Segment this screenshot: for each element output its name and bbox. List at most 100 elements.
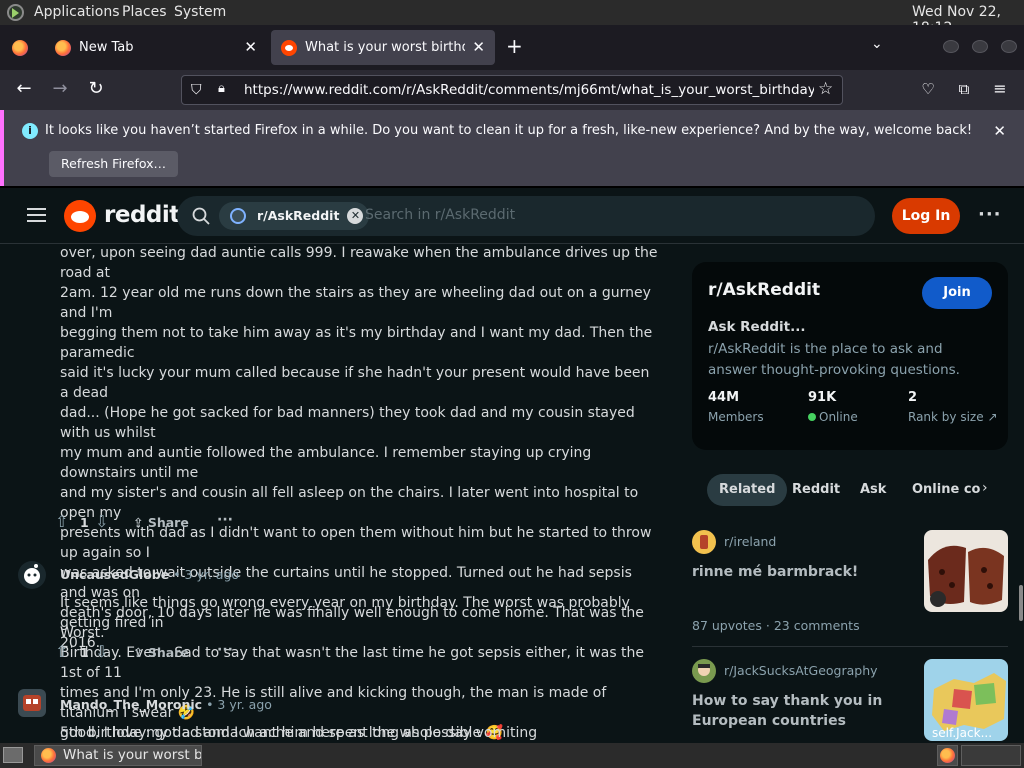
- comment-age[interactable]: • 3 yr. ago: [173, 567, 239, 582]
- post-title[interactable]: rinne mé barmbrack!: [692, 562, 912, 582]
- more-options-icon[interactable]: ···: [217, 512, 233, 528]
- avatar[interactable]: [18, 689, 46, 717]
- chevron-right-icon[interactable]: ›: [982, 480, 988, 496]
- bookmark-star-icon[interactable]: ☆: [818, 79, 833, 99]
- reload-icon[interactable]: ↻: [84, 78, 108, 102]
- downvote-icon[interactable]: ⇩: [95, 512, 108, 531]
- comment-thread: over, upon seeing dad auntie calls 999. …: [0, 245, 676, 743]
- close-tab-icon[interactable]: ✕: [472, 38, 485, 56]
- nav-bar: ← → ↻ ⛉ 🔒︎ https://www.reddit.com/r/AskR…: [0, 70, 1024, 110]
- downvote-icon[interactable]: ⇩: [95, 642, 108, 661]
- list-tabs-chevron-icon[interactable]: ⌄: [871, 36, 883, 52]
- more-options-icon[interactable]: ···: [978, 204, 1002, 225]
- more-options-icon[interactable]: ···: [217, 642, 233, 658]
- post-stats: 87 upvotes · 23 comments: [692, 618, 860, 633]
- back-arrow-icon[interactable]: ←: [12, 78, 36, 102]
- tab-ask[interactable]: Ask: [848, 474, 898, 506]
- thumbnail-caption: self.Jack...: [932, 726, 993, 740]
- page-scrollbar[interactable]: [1019, 585, 1023, 621]
- system-menu[interactable]: System: [174, 4, 226, 20]
- gnome-foot-icon[interactable]: [7, 4, 24, 21]
- shield-icon[interactable]: ⛉: [191, 82, 202, 98]
- related-post[interactable]: r/ireland rinne mé barmbrack! 87 upvotes…: [692, 530, 1008, 640]
- post-title[interactable]: How to say thank you in European countri…: [692, 691, 912, 731]
- post-subreddit[interactable]: r/ireland: [724, 534, 776, 549]
- hamburger-menu-icon[interactable]: [27, 208, 46, 223]
- ireland-subreddit-icon: [692, 530, 716, 554]
- post-subreddit[interactable]: r/JackSucksAtGeography: [724, 663, 878, 678]
- share-button[interactable]: ⇪ Share: [133, 515, 189, 530]
- url-text[interactable]: https://www.reddit.com/r/AskReddit/comme…: [244, 82, 814, 98]
- search-bar[interactable]: r/AskReddit ✕ Search in r/AskReddit: [177, 196, 875, 236]
- show-desktop-icon[interactable]: [3, 747, 23, 763]
- places-menu[interactable]: Places: [122, 4, 167, 20]
- online-stat: 91K Online: [808, 390, 858, 424]
- barmbrack-image: [924, 530, 1008, 612]
- applications-menu[interactable]: Applications: [34, 4, 120, 20]
- search-scope-chip[interactable]: r/AskReddit ✕: [219, 202, 370, 230]
- members-stat: 44M Members: [708, 390, 764, 424]
- reddit-wordmark[interactable]: reddit: [104, 202, 180, 228]
- tab-new-tab[interactable]: New Tab ✕: [45, 30, 267, 65]
- taskbar: What is your worst b...: [0, 743, 1024, 768]
- pocket-icon[interactable]: ♡: [916, 78, 940, 102]
- comment-age[interactable]: • 3 yr. ago: [206, 697, 272, 712]
- firefox-icon: [41, 748, 56, 763]
- url-bar[interactable]: ⛉ 🔒︎ https://www.reddit.com/r/AskReddit/…: [181, 75, 843, 105]
- tab-online-com[interactable]: Online com: [900, 474, 980, 506]
- firefox-icon: [55, 40, 71, 56]
- reddit-icon: [281, 40, 297, 56]
- comment-author[interactable]: UncausedGlobe: [60, 567, 169, 582]
- top-panel: Applications Places System Wed Nov 22, 1…: [0, 0, 1024, 36]
- hamburger-menu-icon[interactable]: ≡: [988, 78, 1012, 102]
- tab-reddit[interactable]: What is your worst birthday ✕: [271, 30, 495, 65]
- taskbar-window-button[interactable]: What is your worst b...: [34, 745, 202, 766]
- community-subtitle: Ask Reddit...: [708, 319, 806, 335]
- comment-meta: Mando_The_Moronic • 3 yr. ago: [60, 697, 272, 712]
- robot-avatar-icon: [23, 695, 41, 711]
- minimize-window-icon[interactable]: [943, 40, 959, 53]
- maximize-window-icon[interactable]: [972, 40, 988, 53]
- vote-count: 1: [80, 645, 89, 660]
- workspace-pager[interactable]: [961, 745, 1021, 766]
- tab-related[interactable]: Related: [707, 474, 788, 506]
- share-button[interactable]: ⇪ Share: [133, 645, 189, 660]
- related-post[interactable]: r/JackSucksAtGeography How to say thank …: [692, 659, 1008, 743]
- join-button[interactable]: Join: [922, 277, 992, 309]
- reddit-logo-icon[interactable]: [64, 200, 96, 232]
- workspace-switcher[interactable]: [937, 745, 958, 766]
- refresh-firefox-button[interactable]: Refresh Firefox…: [49, 151, 179, 177]
- community-name[interactable]: r/AskReddit: [708, 280, 820, 300]
- lock-icon[interactable]: 🔒︎: [218, 81, 225, 96]
- online-dot-icon: [808, 413, 816, 421]
- firefox-view-icon[interactable]: [12, 40, 28, 56]
- clear-scope-icon[interactable]: ✕: [347, 208, 364, 224]
- related-tabs: Related Reddit Ask Online com ›: [692, 474, 1008, 506]
- tab-label: What is your worst birthday: [305, 40, 465, 55]
- comment-meta: UncausedGlobe • 3 yr. ago: [60, 567, 239, 582]
- search-input[interactable]: Search in r/AskReddit: [365, 207, 515, 223]
- login-button[interactable]: Log In: [892, 198, 960, 234]
- snoo-avatar-icon: [24, 564, 40, 584]
- post-thumbnail[interactable]: [924, 530, 1008, 612]
- close-window-icon[interactable]: [1001, 40, 1017, 53]
- divider: [692, 646, 1008, 647]
- close-icon[interactable]: ✕: [993, 122, 1006, 140]
- close-tab-icon[interactable]: ✕: [244, 38, 257, 56]
- rank-stat[interactable]: 2 Rank by size ↗: [908, 390, 998, 424]
- comment-actions: ⇧ 1 ⇩ ⇪ Share ···: [55, 642, 295, 666]
- comment-author[interactable]: Mando_The_Moronic: [60, 697, 202, 712]
- tab-reddit[interactable]: Reddit: [780, 474, 852, 506]
- refresh-notification-bar: i It looks like you haven’t started Fire…: [0, 110, 1024, 186]
- new-tab-plus-icon[interactable]: +: [506, 34, 523, 58]
- upvote-icon[interactable]: ⇧: [55, 642, 68, 661]
- comment-body: 5th birthday: got a stomach ache and spe…: [60, 725, 538, 741]
- tab-bar: New Tab ✕ What is your worst birthday ✕ …: [0, 25, 1024, 70]
- comment-actions: ⇧ 1 ⇩ ⇪ Share ···: [55, 512, 295, 536]
- community-description: r/AskReddit is the place to ask and answ…: [708, 341, 960, 378]
- forward-arrow-icon[interactable]: →: [48, 78, 72, 102]
- upvote-icon[interactable]: ⇧: [55, 512, 68, 531]
- extensions-puzzle-icon[interactable]: ⧉: [952, 78, 976, 102]
- avatar[interactable]: [18, 561, 46, 589]
- vote-count: 1: [80, 515, 89, 530]
